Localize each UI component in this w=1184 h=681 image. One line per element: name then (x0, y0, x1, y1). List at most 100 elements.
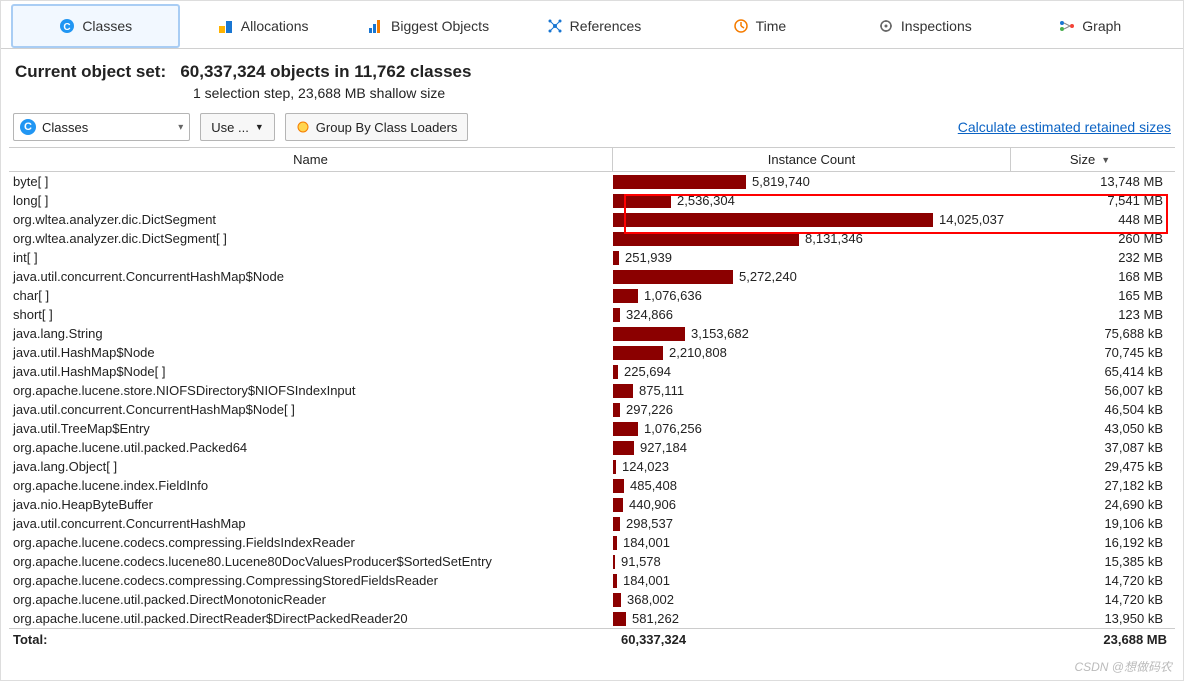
table-row[interactable]: java.lang.String3,153,68275,688 kB (9, 324, 1175, 343)
count-bar (613, 479, 624, 493)
count-bar (613, 593, 621, 607)
references-icon (547, 18, 563, 34)
total-row: Total: 60,337,324 23,688 MB (9, 628, 1175, 650)
table-row[interactable]: char[ ]1,076,636165 MB (9, 286, 1175, 305)
cell-name: org.apache.lucene.util.packed.DirectMono… (9, 592, 613, 607)
count-bar (613, 346, 663, 360)
table-row[interactable]: java.lang.Object[ ]124,02329,475 kB (9, 457, 1175, 476)
cell-size: 43,050 kB (1011, 421, 1169, 436)
group-by-class-loaders-button[interactable]: Group By Class Loaders (285, 113, 469, 141)
count-value: 124,023 (622, 459, 669, 474)
table-row[interactable]: org.apache.lucene.index.FieldInfo485,408… (9, 476, 1175, 495)
cell-size: 168 MB (1011, 269, 1169, 284)
tab-label: Allocations (241, 18, 309, 34)
count-bar (613, 327, 685, 341)
table-row[interactable]: byte[ ]5,819,74013,748 MB (9, 172, 1175, 191)
table-row[interactable]: java.nio.HeapByteBuffer440,90624,690 kB (9, 495, 1175, 514)
count-bar (613, 403, 620, 417)
count-bar (613, 517, 620, 531)
table-row[interactable]: java.util.HashMap$Node[ ]225,69465,414 k… (9, 362, 1175, 381)
count-bar (613, 536, 617, 550)
cell-count: 225,694 (613, 362, 1011, 381)
cell-size: 123 MB (1011, 307, 1169, 322)
count-value: 2,210,808 (669, 345, 727, 360)
count-bar (613, 555, 615, 569)
tab-time[interactable]: Time (677, 4, 842, 48)
table-row[interactable]: long[ ]2,536,3047,541 MB (9, 191, 1175, 210)
table-row[interactable]: org.apache.lucene.util.packed.DirectRead… (9, 609, 1175, 628)
cell-name: org.wltea.analyzer.dic.DictSegment (9, 212, 613, 227)
btn-label: Group By Class Loaders (316, 120, 458, 135)
table-row[interactable]: org.wltea.analyzer.dic.DictSegment14,025… (9, 210, 1175, 229)
classes-combo[interactable]: C Classes ▾ (13, 113, 190, 141)
cell-size: 65,414 kB (1011, 364, 1169, 379)
cell-name: java.nio.HeapByteBuffer (9, 497, 613, 512)
table-row[interactable]: short[ ]324,866123 MB (9, 305, 1175, 324)
cell-size: 14,720 kB (1011, 573, 1169, 588)
table-row[interactable]: java.util.concurrent.ConcurrentHashMap$N… (9, 400, 1175, 419)
calculate-retained-link[interactable]: Calculate estimated retained sizes (958, 119, 1171, 135)
cell-count: 581,262 (613, 609, 1011, 628)
tab-allocations[interactable]: Allocations (180, 4, 345, 48)
table-row[interactable]: org.apache.lucene.codecs.compressing.Fie… (9, 533, 1175, 552)
cell-name: byte[ ] (9, 174, 613, 189)
count-bar (613, 422, 638, 436)
count-bar (613, 270, 733, 284)
cell-name: org.apache.lucene.codecs.compressing.Com… (9, 573, 613, 588)
cell-count: 440,906 (613, 495, 1011, 514)
tab-classes[interactable]: C Classes (11, 4, 180, 48)
cell-count: 1,076,636 (613, 286, 1011, 305)
use-button[interactable]: Use ... ▼ (200, 113, 275, 141)
table-row[interactable]: org.wltea.analyzer.dic.DictSegment[ ]8,1… (9, 229, 1175, 248)
table-row[interactable]: java.util.concurrent.ConcurrentHashMap$N… (9, 267, 1175, 286)
col-name[interactable]: Name (9, 148, 613, 171)
tab-graph[interactable]: Graph (1008, 4, 1173, 48)
cell-name: int[ ] (9, 250, 613, 265)
count-value: 5,272,240 (739, 269, 797, 284)
cell-size: 16,192 kB (1011, 535, 1169, 550)
chevron-down-icon: ▼ (255, 122, 264, 132)
cell-name: org.apache.lucene.util.packed.DirectRead… (9, 611, 613, 626)
cell-name: java.util.HashMap$Node[ ] (9, 364, 613, 379)
cell-name: short[ ] (9, 307, 613, 322)
count-bar (613, 365, 618, 379)
time-icon (733, 18, 749, 34)
toolbar: C Classes ▾ Use ... ▼ Group By Class Loa… (1, 107, 1183, 147)
table-row[interactable]: org.apache.lucene.codecs.compressing.Com… (9, 571, 1175, 590)
cell-count: 298,537 (613, 514, 1011, 533)
table-row[interactable]: org.apache.lucene.codecs.lucene80.Lucene… (9, 552, 1175, 571)
count-value: 298,537 (626, 516, 673, 531)
count-value: 581,262 (632, 611, 679, 626)
table-row[interactable]: java.util.HashMap$Node2,210,80870,745 kB (9, 343, 1175, 362)
table-row[interactable]: org.apache.lucene.util.packed.Packed6492… (9, 438, 1175, 457)
table-row[interactable]: int[ ]251,939232 MB (9, 248, 1175, 267)
cell-size: 165 MB (1011, 288, 1169, 303)
cell-count: 184,001 (613, 533, 1011, 552)
table-row[interactable]: java.util.TreeMap$Entry1,076,25643,050 k… (9, 419, 1175, 438)
cell-count: 927,184 (613, 438, 1011, 457)
col-instance-count[interactable]: Instance Count (613, 148, 1011, 171)
table-row[interactable]: java.util.concurrent.ConcurrentHashMap29… (9, 514, 1175, 533)
combo-label: Classes (42, 120, 88, 135)
table-row[interactable]: org.apache.lucene.util.packed.DirectMono… (9, 590, 1175, 609)
cell-count: 368,002 (613, 590, 1011, 609)
col-size[interactable]: Size▼ (1011, 148, 1169, 171)
count-value: 368,002 (627, 592, 674, 607)
count-value: 927,184 (640, 440, 687, 455)
tab-inspections[interactable]: Inspections (842, 4, 1007, 48)
cell-size: 27,182 kB (1011, 478, 1169, 493)
cell-name: org.apache.lucene.index.FieldInfo (9, 478, 613, 493)
tab-biggest-objects[interactable]: Biggest Objects (346, 4, 511, 48)
count-value: 440,906 (629, 497, 676, 512)
cell-size: 46,504 kB (1011, 402, 1169, 417)
table-row[interactable]: org.apache.lucene.store.NIOFSDirectory$N… (9, 381, 1175, 400)
cell-size: 56,007 kB (1011, 383, 1169, 398)
count-value: 184,001 (623, 535, 670, 550)
count-bar (613, 612, 626, 626)
btn-label: Use ... (211, 120, 249, 135)
cell-count: 875,111 (613, 381, 1011, 400)
tab-references[interactable]: References (511, 4, 676, 48)
cell-count: 3,153,682 (613, 324, 1011, 343)
total-size: 23,688 MB (1015, 632, 1173, 647)
summary-main: 60,337,324 objects in 11,762 classes (180, 62, 471, 81)
